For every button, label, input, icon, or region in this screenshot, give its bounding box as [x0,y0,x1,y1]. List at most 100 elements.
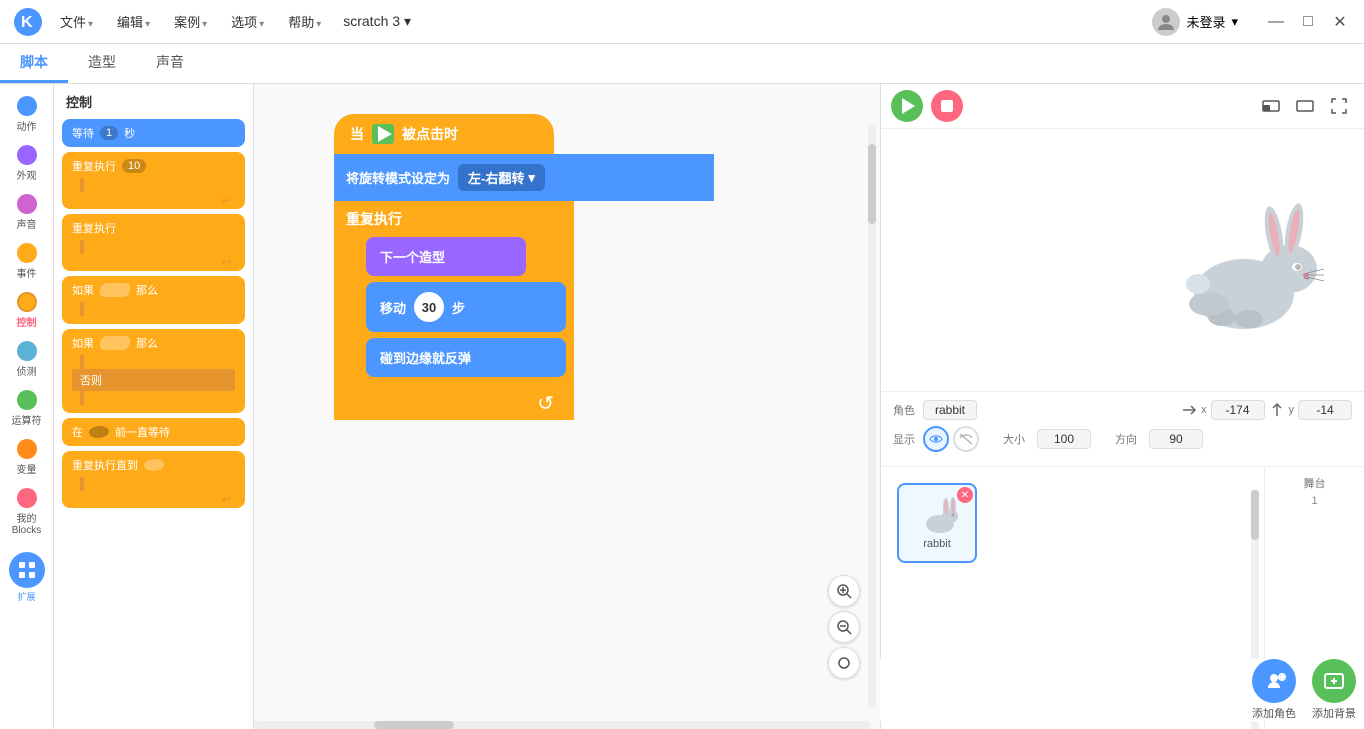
ws-next-costume-block[interactable]: 下一个造型 [366,237,526,276]
cat-looks-label: 外观 [17,167,37,182]
user-label: 未登录 [1186,12,1225,31]
cat-sensing[interactable]: 侦测 [2,337,52,382]
extensions-icon [9,552,45,588]
cat-control[interactable]: 控制 [2,288,52,333]
ws-rotation-value: 左-右翻转 [468,168,524,187]
block-wait[interactable]: 等待 1 秒 [62,119,245,147]
ws-next-costume-label: 下一个造型 [380,250,445,265]
cat-operators-circle [17,390,37,410]
sprite-items-container: ✕ rabbit [889,475,1256,571]
extensions-button[interactable]: 扩展 [9,552,45,603]
menu-edit[interactable]: 编辑▾ [107,6,160,37]
y-label: y [1289,404,1295,416]
add-backdrop-button[interactable]: 添加背景 [1312,659,1356,721]
menu-examples[interactable]: 案例▾ [164,6,217,37]
code-area: 当 被点击时 将旋转模式设定为 左-右翻转 ▾ 重复执行 [254,84,880,729]
svg-text:K: K [21,14,33,31]
ws-rotation-block[interactable]: 将旋转模式设定为 左-右翻转 ▾ [334,154,714,201]
ws-rotation-arrow: ▾ [528,170,535,186]
size-field[interactable] [1037,429,1091,449]
stop-button[interactable] [931,90,963,122]
menu-options[interactable]: 选项▾ [221,6,274,37]
direction-field[interactable] [1149,429,1203,449]
app-title: scratch 3 ▾ [343,13,411,30]
tab-costume[interactable]: 造型 [68,44,136,83]
ws-move-label: 移动 [380,298,406,317]
show-eye-button[interactable] [923,426,949,452]
user-menu[interactable]: 未登录 ▾ [1142,4,1248,40]
ws-rotation-dropdown[interactable]: 左-右翻转 ▾ [458,164,545,191]
cat-operators-label: 运算符 [12,412,42,427]
ws-bounce-block[interactable]: 碰到边缘就反弹 [366,338,566,377]
fullscreen-button[interactable] [1324,91,1354,121]
sprite-name-input[interactable] [930,403,970,417]
cat-events[interactable]: 事件 [2,239,52,284]
block-wait-until[interactable]: 在 前一直等待 [62,418,245,446]
menu-help[interactable]: 帮助▾ [278,6,331,37]
ws-rotation-label: 将旋转模式设定为 [346,168,450,187]
ws-move-steps[interactable]: 30 [414,292,444,322]
zoom-in-button[interactable] [828,575,860,607]
backdrop-count: 1 [1311,495,1317,507]
cat-motion[interactable]: 动作 [2,92,52,137]
cat-variables[interactable]: 变量 [2,435,52,480]
x-value-field[interactable] [1211,400,1265,420]
tab-code[interactable]: 脚本 [0,44,68,83]
show-toggle [923,426,979,452]
app-logo: K [10,4,46,40]
x-input[interactable] [1218,403,1258,417]
ws-repeat-block[interactable]: 重复执行 下一个造型 移动 30 步 [334,201,574,420]
green-flag-button[interactable] [891,90,923,122]
zoom-controls [828,575,860,679]
rabbit-sprite [1134,189,1334,349]
maximize-button[interactable]: □ [1294,8,1322,36]
user-avatar-icon [1152,8,1180,36]
cat-control-label: 控制 [17,314,37,329]
block-repeat10[interactable]: 重复执行 10 ↩ [62,152,245,209]
stage-view-buttons [1256,91,1354,121]
cat-operators[interactable]: 运算符 [2,386,52,431]
tab-sound[interactable]: 声音 [136,44,204,83]
close-button[interactable]: ✕ [1326,8,1354,36]
cat-looks[interactable]: 外观 [2,141,52,186]
full-stage-button[interactable] [1290,91,1320,121]
role-label: 角色 [893,402,915,418]
cat-looks-circle [17,145,37,165]
zoom-out-button[interactable] [828,611,860,643]
cat-sound-label: 声音 [17,216,37,231]
ws-move-suffix: 步 [452,298,465,317]
size-label: 大小 [1003,431,1025,447]
block-if[interactable]: 如果 那么 [62,276,245,324]
tabbar: 脚本 造型 声音 [0,44,1364,84]
sprite-name-field[interactable] [923,400,977,420]
add-sprite-icon [1252,659,1296,703]
code-hscrollbar[interactable] [254,721,870,729]
minimize-button[interactable]: — [1262,8,1290,36]
ws-move-block[interactable]: 移动 30 步 [366,282,566,332]
window-controls: — □ ✕ [1262,8,1354,36]
add-sprite-button[interactable]: 添加角色 [1252,659,1296,721]
direction-label: 方向 [1115,431,1137,447]
menu-file[interactable]: 文件▾ [50,6,103,37]
cat-myblocks[interactable]: 我的 Blocks [2,484,52,540]
cat-control-circle [17,292,37,312]
cat-variables-label: 变量 [17,461,37,476]
sprite-list-scrollbar-thumb [1251,490,1259,540]
hide-eye-button[interactable] [953,426,979,452]
small-stage-button[interactable] [1256,91,1286,121]
sprite-item-rabbit[interactable]: ✕ rabbit [897,483,977,563]
direction-input[interactable] [1156,432,1196,446]
size-input[interactable] [1044,432,1084,446]
block-if-else[interactable]: 如果 那么 否则 [62,329,245,413]
block-repeat-until[interactable]: 重复执行直到 ↩ [62,451,245,508]
cat-sensing-circle [17,341,37,361]
ws-hat-block[interactable]: 当 被点击时 [334,114,554,154]
y-value-field[interactable] [1298,400,1352,420]
zoom-reset-button[interactable] [828,647,860,679]
x-label: x [1201,404,1207,416]
block-repeat-forever[interactable]: 重复执行 ↩ [62,214,245,271]
cat-sound[interactable]: 声音 [2,190,52,235]
code-scrollbar[interactable] [868,124,876,709]
y-input[interactable] [1305,403,1345,417]
sprite-remove-button[interactable]: ✕ [957,487,973,503]
